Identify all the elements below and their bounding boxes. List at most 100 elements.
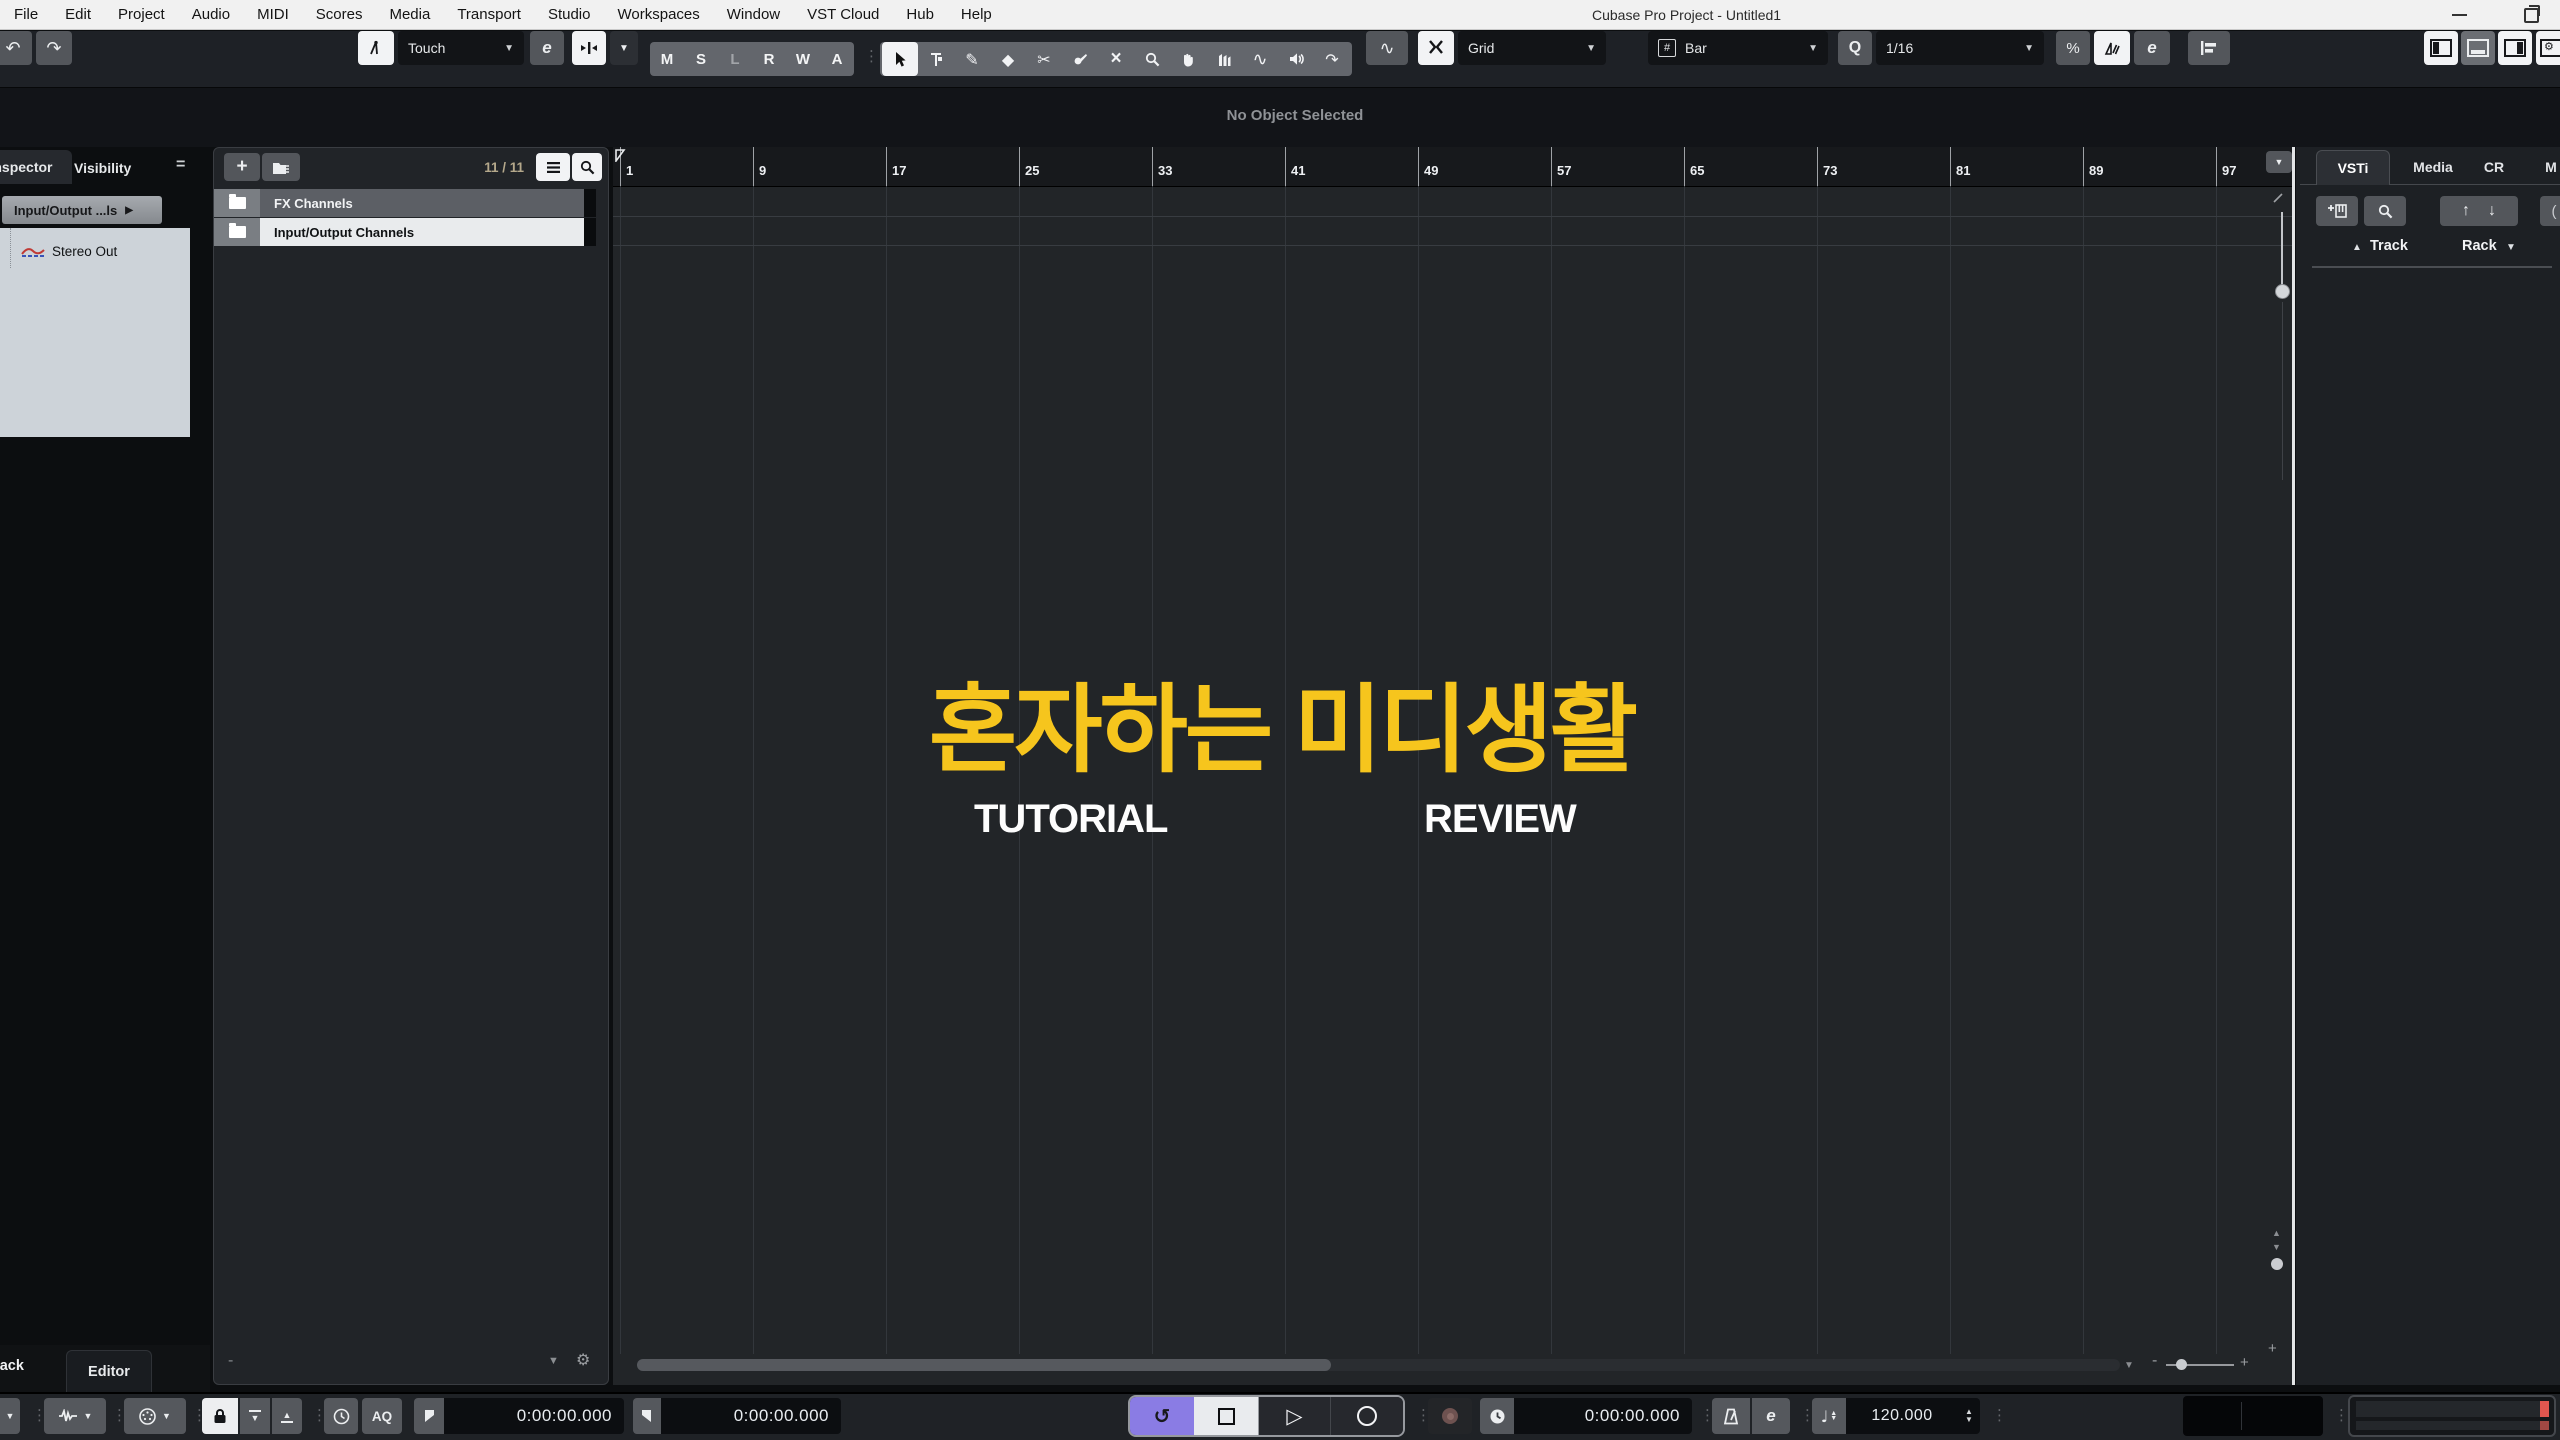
metronome-button[interactable] [1712,1398,1750,1434]
waveform-zoom-handle[interactable] [2271,1258,2283,1270]
audiowarp-quantize-button[interactable] [2094,31,2130,65]
menu-item[interactable]: VST Cloud [807,6,879,23]
inspector-section-button[interactable]: Input/Output ...ls ▶ [2,196,162,224]
track-search-button[interactable] [572,153,602,181]
automation-panel-button[interactable] [358,31,394,65]
zoom-h-minus[interactable]: - [2152,1352,2157,1370]
metronome-setup-button[interactable]: e [1752,1398,1790,1434]
read-all-button[interactable]: R [752,51,786,68]
ruler-options-button[interactable]: ▼ [2266,151,2292,173]
slip-tool[interactable]: ↷ [1314,44,1350,74]
zoom-preset-menu-icon[interactable]: ▼ [2124,1360,2134,1371]
track-name[interactable]: Input/Output Channels [260,218,584,246]
menu-item[interactable]: Scores [316,6,363,23]
menu-item[interactable]: File [14,6,38,23]
tab-inspector[interactable]: Inspector [0,150,72,184]
transport-drag-handle[interactable]: ⋮ [2334,1408,2349,1423]
project-start-flag-icon[interactable] [615,149,626,162]
draw-tool[interactable]: ✎ [954,44,990,74]
menu-item[interactable]: Audio [192,6,230,23]
time-format-button[interactable] [1480,1398,1514,1434]
menu-item[interactable]: Edit [65,6,91,23]
secondary-time-display[interactable]: 0:00:00.000 [661,1398,841,1434]
range-selection-tool[interactable] [918,44,954,74]
minimize-button[interactable] [2452,14,2467,16]
snap-type-select[interactable]: Grid ▼ [1458,31,1606,65]
punch-points-button[interactable] [1428,1398,1472,1434]
spinner-down-icon[interactable]: ▼ [1965,1416,1973,1424]
object-selection-tool[interactable] [882,42,918,76]
quantize-preset-select[interactable]: 1/16 ▼ [1876,31,2044,65]
menu-item[interactable]: Window [727,6,780,23]
use-track-preset-button[interactable] [262,153,300,181]
iterative-quantize-button[interactable]: % [2056,31,2090,65]
track-list-settings-gear-icon[interactable]: ⚙ [576,1350,590,1369]
menu-item[interactable]: Help [961,6,992,23]
tab-editor[interactable]: Editor [66,1350,152,1392]
automation-mode-select[interactable]: Touch ▼ [398,31,524,65]
menu-item[interactable]: MIDI [257,6,289,23]
glue-tool[interactable] [1062,44,1098,74]
right-locator-button[interactable] [633,1398,661,1434]
zoom-v-plus[interactable]: + [2268,1340,2277,1357]
rack-menu-icon[interactable]: ▼ [2506,242,2516,253]
solo-all-button[interactable]: S [684,51,718,68]
track-row-fx-channels[interactable]: FX Channels [214,189,596,217]
zoom-tool[interactable] [1134,44,1170,74]
left-locator-button[interactable] [414,1398,444,1434]
tempo-spinner[interactable]: ▲ ▼ [1958,1398,1980,1434]
tempo-mode-button[interactable]: ♩ ▲ ▼ [1812,1398,1846,1434]
quantize-icon-button[interactable]: Q [1838,31,1872,65]
cycle-button[interactable]: ↺ [1130,1397,1194,1435]
listen-button[interactable]: L [718,51,752,68]
vertical-zoom-slider[interactable] [2281,212,2283,288]
curve-tool[interactable]: ∿ [1242,44,1278,74]
write-all-button[interactable]: W [786,51,820,68]
primary-time-display[interactable]: 0:00:00.000 [444,1398,624,1434]
tab-vsti[interactable]: VSTi [2316,150,2390,185]
right-zone-track-header[interactable]: Track [2370,238,2408,254]
automation-edit-button[interactable]: e [530,31,564,65]
timeline-ruler[interactable] [613,147,2292,187]
transport-partial-button[interactable]: ▼ [0,1398,20,1434]
inspector-menu-icon[interactable]: = [176,156,185,174]
audio-alignment-button[interactable] [2188,31,2230,65]
arrow-down-icon[interactable]: ↓ [2488,202,2496,220]
punch-out-button[interactable]: ▲ [272,1398,302,1434]
scroll-down-icon[interactable]: ▼ [2272,1242,2281,1252]
left-zone-toggle[interactable] [2424,31,2458,65]
toolbar-drag-handle[interactable]: ⋮ [864,49,879,64]
performance-meter[interactable] [2348,1395,2556,1437]
restore-button[interactable] [2524,5,2540,23]
grid-type-select[interactable]: # Bar ▼ [1648,31,1828,65]
punch-in-button[interactable]: ▼ [240,1398,270,1434]
auto-scroll-options[interactable]: ▼ [610,31,638,65]
menu-item[interactable]: Transport [457,6,521,23]
stop-button[interactable] [1194,1397,1258,1435]
menu-item[interactable]: Media [389,6,430,23]
record-button[interactable] [1330,1397,1403,1435]
quantize-panel-button[interactable]: e [2134,31,2170,65]
add-track-button[interactable]: + [224,153,260,181]
mute-all-button[interactable]: M [650,51,684,68]
split-tool[interactable]: ✂ [1026,44,1062,74]
undo-button[interactable]: ↶ [0,31,32,65]
tempo-display[interactable]: 120.000 [1846,1398,1958,1434]
comp-tool[interactable] [1206,44,1242,74]
transport-drag-handle[interactable]: ⋮ [1992,1408,2007,1423]
right-zone-toggle[interactable] [2498,31,2532,65]
track-scale-minus[interactable]: - [228,1352,233,1370]
audio-activity-button[interactable]: ▼ [44,1398,106,1434]
menu-item[interactable]: Project [118,6,165,23]
add-instrument-button[interactable] [2316,196,2358,226]
arrow-up-icon[interactable]: ↑ [2462,202,2470,220]
menu-item[interactable]: Hub [906,6,934,23]
inspector-track-name[interactable]: Stereo Out [52,244,117,259]
constrain-delay-compensation-button[interactable] [202,1398,238,1434]
redo-button[interactable]: ↷ [36,31,72,65]
hand-tool[interactable] [1170,44,1206,74]
tab-track[interactable]: Track [0,1358,24,1374]
track-scale-menu-icon[interactable]: ▼ [548,1355,559,1367]
mute-tool[interactable]: × [1098,44,1134,74]
record-mode-button[interactable] [324,1398,358,1434]
